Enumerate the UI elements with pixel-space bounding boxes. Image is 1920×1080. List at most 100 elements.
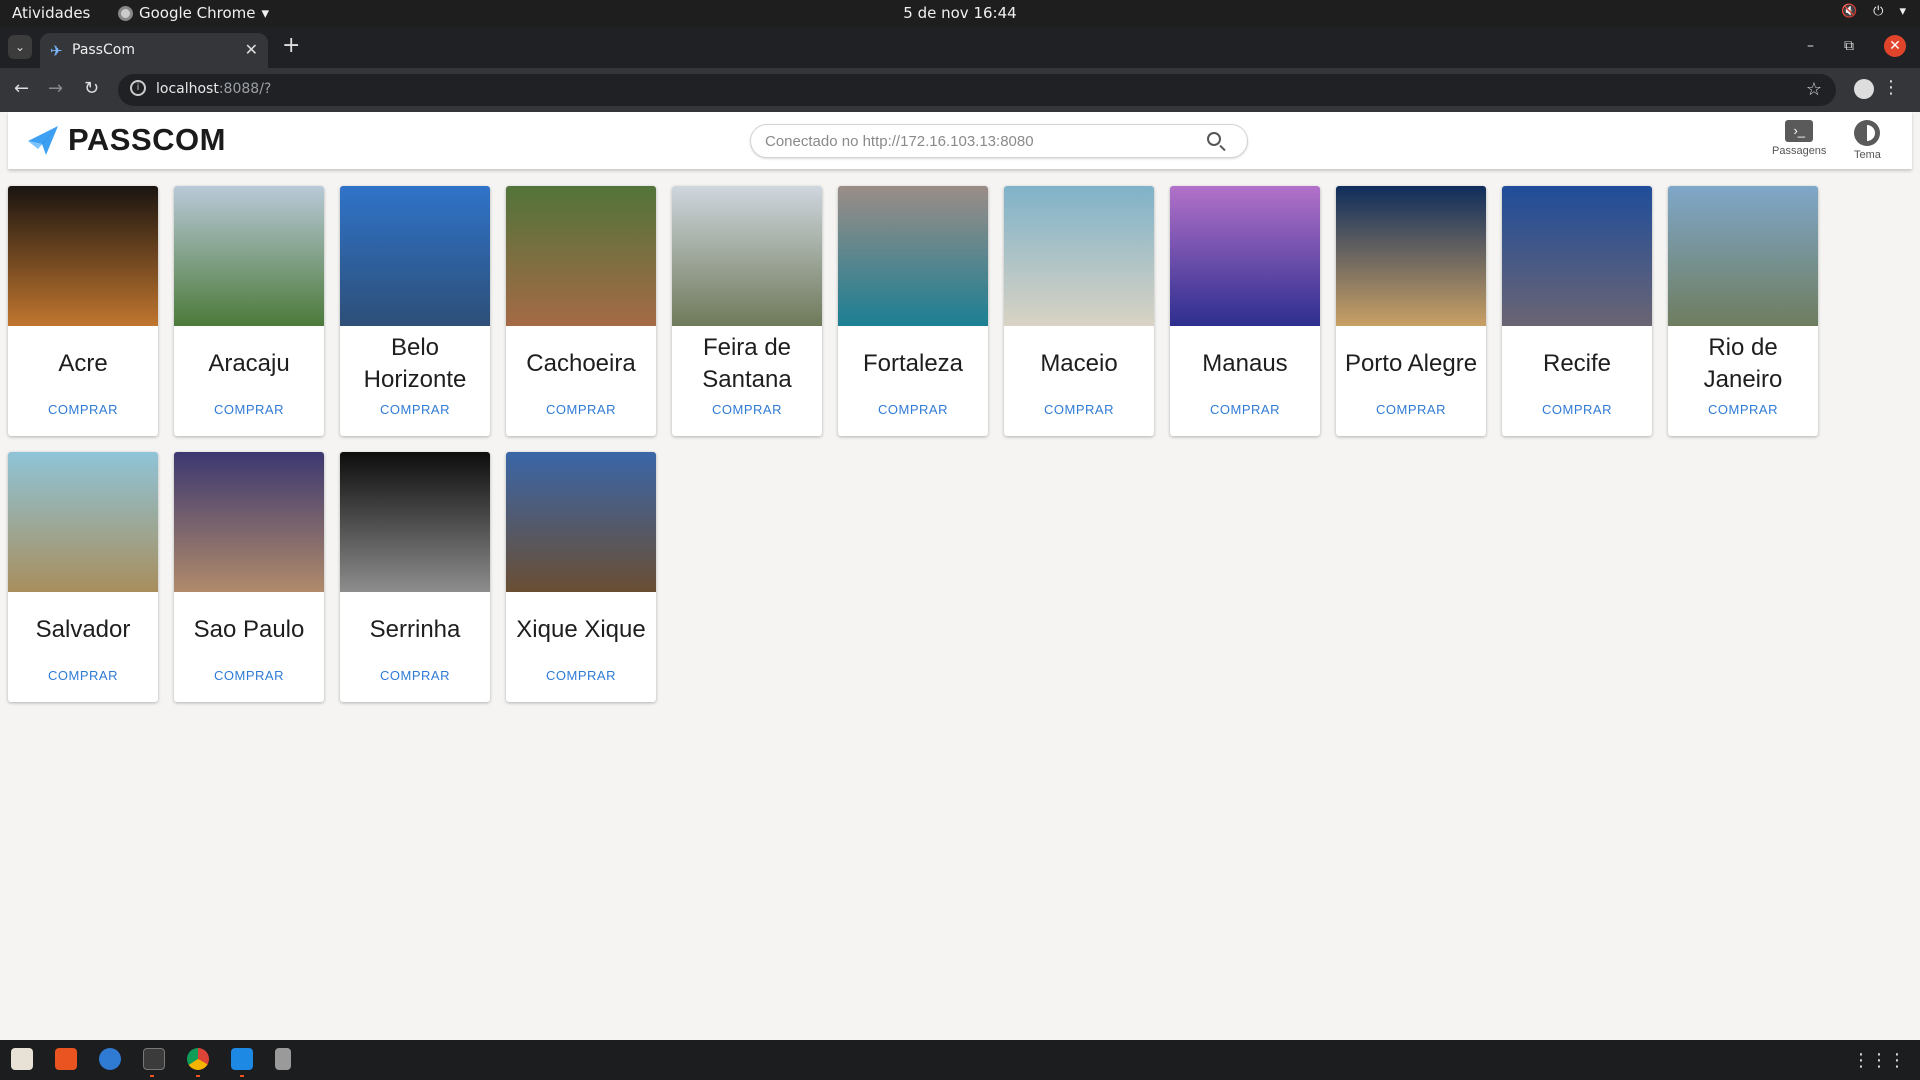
destination-photo (1668, 186, 1818, 326)
buy-button[interactable]: COMPRAR (506, 402, 656, 417)
destination-name: Maceio (1040, 350, 1118, 377)
destination-card[interactable]: Sao Paulo COMPRAR (174, 452, 324, 702)
destination-card[interactable]: Serrinha COMPRAR (340, 452, 490, 702)
destination-photo (8, 452, 158, 592)
buy-button[interactable]: COMPRAR (8, 402, 158, 417)
buy-button[interactable]: COMPRAR (1004, 402, 1154, 417)
buy-button[interactable]: COMPRAR (174, 668, 324, 683)
destination-card[interactable]: Feira de Santana COMPRAR (672, 186, 822, 436)
close-window-button[interactable]: ✕ (1884, 35, 1906, 57)
destination-card[interactable]: Aracaju COMPRAR (174, 186, 324, 436)
search-box (750, 124, 1248, 158)
terminal-icon[interactable] (143, 1048, 165, 1070)
destination-card[interactable]: Rio de Janeiro COMPRAR (1668, 186, 1818, 436)
buy-button[interactable]: COMPRAR (340, 668, 490, 683)
new-tab-button[interactable]: + (282, 35, 300, 57)
destination-card[interactable]: Fortaleza COMPRAR (838, 186, 988, 436)
destination-name: Recife (1542, 350, 1612, 377)
destination-card[interactable]: Xique Xique COMPRAR (506, 452, 656, 702)
destination-name: Rio de Janeiro (1703, 334, 1783, 393)
search-icon[interactable] (1207, 132, 1221, 146)
buy-button[interactable]: COMPRAR (672, 402, 822, 417)
url-path: :8088/? (218, 81, 272, 97)
destination-card[interactable]: Acre COMPRAR (8, 186, 158, 436)
volume-icon: 🔇 (1840, 4, 1858, 19)
info-icon[interactable]: i (130, 80, 146, 96)
system-tray[interactable]: 🔇 ⏻ ▾ (1841, 4, 1906, 19)
destination-card[interactable]: Porto Alegre COMPRAR (1336, 186, 1486, 436)
destination-card[interactable]: Manaus COMPRAR (1170, 186, 1320, 436)
destination-name: Fortaleza (862, 350, 964, 377)
kebab-menu-icon[interactable]: ⋮ (1882, 77, 1900, 98)
destination-name: Manaus (1202, 350, 1288, 377)
buy-button[interactable]: COMPRAR (506, 668, 656, 683)
software-center-icon[interactable] (55, 1048, 77, 1070)
destination-name: Feira de Santana (702, 334, 792, 393)
minimize-button[interactable]: – (1807, 38, 1814, 54)
app-grid-icon[interactable]: ⋮⋮⋮ (1852, 1050, 1906, 1071)
window-controls: – ⧉ ✕ (1807, 35, 1906, 57)
url-host: localhost (156, 81, 219, 97)
destination-photo (1336, 186, 1486, 326)
restore-button[interactable]: ⧉ (1844, 38, 1854, 54)
destination-name: Serrinha (369, 616, 461, 643)
address-bar[interactable]: i localhost:8088/? ☆ (118, 74, 1836, 106)
destination-name: Sao Paulo (193, 616, 305, 643)
buy-button[interactable]: COMPRAR (1336, 402, 1486, 417)
forward-button[interactable]: → (48, 78, 63, 99)
back-button[interactable]: ← (14, 78, 29, 99)
destination-photo (1502, 186, 1652, 326)
reload-button[interactable]: ↻ (84, 78, 99, 99)
files-icon[interactable] (11, 1048, 33, 1070)
tab-passcom[interactable]: ✈ PassCom ✕ (40, 33, 268, 68)
destination-photo (506, 186, 656, 326)
buy-button[interactable]: COMPRAR (838, 402, 988, 417)
tickets-label: Passagens (1772, 145, 1827, 157)
app-header: PASSCOM ›_ Passagens Tema (8, 112, 1912, 169)
buy-button[interactable]: COMPRAR (1170, 402, 1320, 417)
destination-photo (838, 186, 988, 326)
paper-plane-icon: ✈ (50, 42, 63, 60)
theme-label: Tema (1854, 149, 1881, 161)
destination-photo (340, 452, 490, 592)
destination-name: Belo Horizonte (363, 334, 467, 393)
buy-button[interactable]: COMPRAR (174, 402, 324, 417)
url-text[interactable]: localhost:8088/? (156, 81, 271, 97)
buy-button[interactable]: COMPRAR (1502, 402, 1652, 417)
buy-button[interactable]: COMPRAR (340, 402, 490, 417)
profile-icon[interactable] (1854, 79, 1874, 99)
brand[interactable]: PASSCOM (26, 122, 226, 158)
destination-name: Acre (58, 350, 108, 377)
destination-card[interactable]: Belo Horizonte COMPRAR (340, 186, 490, 436)
buy-button[interactable]: COMPRAR (1668, 402, 1818, 417)
text-editor-icon[interactable] (275, 1048, 291, 1070)
destination-photo (1170, 186, 1320, 326)
destination-card[interactable]: Salvador COMPRAR (8, 452, 158, 702)
destination-card[interactable]: Maceio COMPRAR (1004, 186, 1154, 436)
destination-card[interactable]: Cachoeira COMPRAR (506, 186, 656, 436)
destination-photo (340, 186, 490, 326)
brand-name: PASSCOM (68, 122, 226, 157)
destination-name: Porto Alegre (1344, 350, 1478, 377)
chrome-icon[interactable] (187, 1048, 209, 1070)
destination-photo (174, 452, 324, 592)
destination-photo (8, 186, 158, 326)
tab-search-button[interactable]: ⌄ (8, 35, 32, 59)
theme-button[interactable]: Tema (1854, 120, 1881, 161)
destination-photo (174, 186, 324, 326)
destination-name: Salvador (35, 616, 131, 643)
ticket-icon: ›_ (1785, 120, 1814, 142)
buy-button[interactable]: COMPRAR (8, 668, 158, 683)
help-icon[interactable] (99, 1048, 121, 1070)
close-icon[interactable]: ✕ (245, 40, 258, 59)
bookmark-star-icon[interactable]: ☆ (1806, 79, 1822, 100)
clock[interactable]: 5 de nov 16:44 (0, 4, 1920, 22)
vscode-icon[interactable] (231, 1048, 253, 1070)
power-icon: ⏻ (1873, 4, 1884, 19)
destination-photo (672, 186, 822, 326)
destination-photo (506, 452, 656, 592)
destination-card[interactable]: Recife COMPRAR (1502, 186, 1652, 436)
search-input[interactable] (765, 130, 1185, 152)
theme-icon (1854, 120, 1881, 146)
tickets-button[interactable]: ›_ Passagens (1772, 120, 1826, 157)
